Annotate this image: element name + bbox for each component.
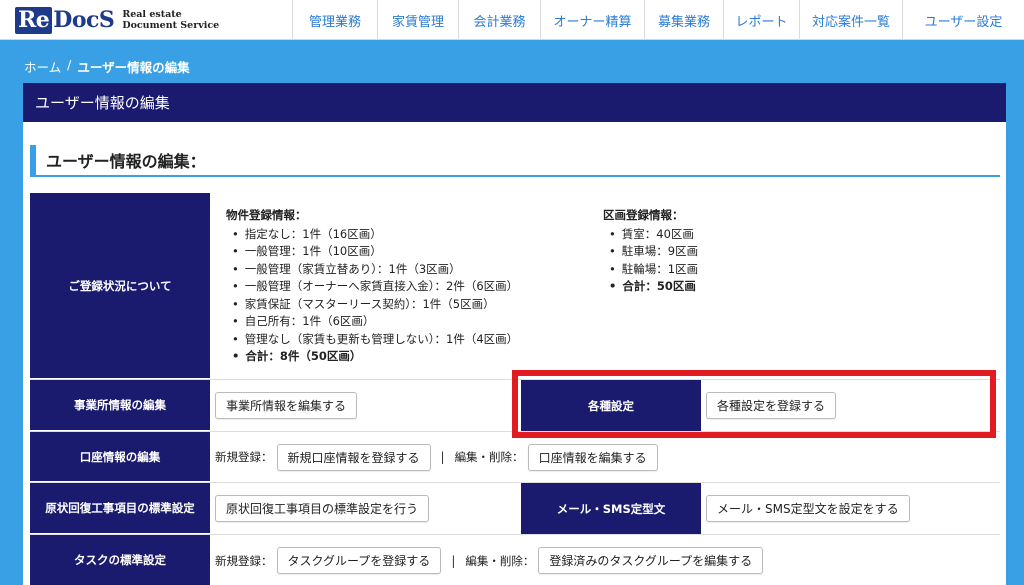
- property-info: 物件登録情報： 指定なし：1件（16区画） 一般管理：1件（10区画） 一般管理…: [226, 207, 603, 379]
- property-item: 一般管理（オーナーへ家賃直接入金）：2件（6区画）: [232, 278, 603, 296]
- new-account-button[interactable]: 新規口座情報を登録する: [276, 443, 431, 471]
- unit-item: 駐車場：9区画: [609, 243, 698, 261]
- section-title: ユーザー情報の編集：: [30, 145, 1000, 177]
- restoration-cell: 原状回復工事項目の標準設定を行う: [210, 483, 521, 534]
- nav-user-settings[interactable]: ユーザー設定: [902, 0, 1024, 40]
- nav-rent[interactable]: 家賃管理: [377, 0, 458, 40]
- property-item: 一般管理：1件（10区画）: [232, 243, 603, 261]
- task-new-label: 新規登録：: [215, 553, 273, 568]
- breadcrumb-separator: /: [67, 57, 72, 72]
- row-account: 口座情報の編集 新規登録： 新規口座情報を登録する | 編集・削除： 口座情報を…: [30, 432, 1000, 483]
- settings-table: ご登録状況について 物件登録情報： 指定なし：1件（16区画） 一般管理：1件（…: [30, 193, 1000, 585]
- label-office: 事業所情報の編集: [30, 380, 210, 431]
- account-cell: 新規登録： 新規口座情報を登録する | 編集・削除： 口座情報を編集する: [210, 432, 1000, 482]
- task-separator: |: [451, 553, 456, 568]
- unit-info: 区画登録情報： 賃室：40区画 駐車場：9区画 駐輪場：1区画 合計：50区画: [603, 207, 698, 379]
- mail-cell: メール・SMS定型文を設定をする: [701, 483, 1000, 534]
- unit-list: 賃室：40区画 駐車場：9区画 駐輪場：1区画 合計：50区画: [603, 226, 698, 296]
- property-item: 管理なし（家賃も更新も管理しない）：1件（4区画）: [232, 331, 603, 349]
- restoration-mail-half: 原状回復工事項目の標準設定を行う メール・SMS定型文 メール・SMS定型文を設…: [210, 483, 1000, 534]
- edit-office-button[interactable]: 事業所情報を編集する: [215, 392, 358, 419]
- row-restoration: 原状回復工事項目の標準設定 原状回復工事項目の標準設定を行う メール・SMS定型…: [30, 483, 1000, 535]
- edit-task-group-button[interactable]: 登録済みのタスクグループを編集する: [538, 547, 764, 574]
- row-office: 事業所情報の編集 事業所情報を編集する 各種設定 各種設定を登録する: [30, 380, 1000, 432]
- main-nav: 管理業務 家賃管理 会計業務 オーナー精算 募集業務 レポート 対応案件一覧 ユ…: [292, 0, 1024, 40]
- account-edit-label: 編集・削除：: [454, 450, 524, 464]
- restoration-settings-button[interactable]: 原状回復工事項目の標準設定を行う: [215, 495, 430, 522]
- edit-account-button[interactable]: 口座情報を編集する: [527, 443, 658, 471]
- label-settings: 各種設定: [521, 380, 701, 431]
- breadcrumb-current: ユーザー情報の編集: [77, 60, 190, 75]
- registration-info: 物件登録情報： 指定なし：1件（16区画） 一般管理：1件（10区画） 一般管理…: [210, 193, 1000, 379]
- nav-report[interactable]: レポート: [723, 0, 799, 40]
- property-total: 合計：8件（50区画）: [232, 348, 603, 366]
- property-item: 一般管理（家賃立替あり）：1件（3区画）: [232, 261, 603, 279]
- office-settings-half: 事業所情報を編集する 各種設定 各種設定を登録する: [210, 380, 1000, 431]
- registration-columns: 物件登録情報： 指定なし：1件（16区画） 一般管理：1件（10区画） 一般管理…: [210, 193, 1000, 379]
- nav-owner-settlement[interactable]: オーナー精算: [540, 0, 644, 40]
- logo-tag-line1: Real estate: [122, 9, 182, 20]
- settings-cell: 各種設定を登録する: [701, 380, 1000, 431]
- nav-accounting[interactable]: 会計業務: [458, 0, 540, 40]
- property-item: 家賃保証（マスターリース契約）：1件（5区画）: [232, 296, 603, 314]
- label-task: タスクの標準設定: [30, 535, 210, 585]
- property-list: 指定なし：1件（16区画） 一般管理：1件（10区画） 一般管理（家賃立替あり）…: [226, 226, 603, 366]
- logo-mark: Re DocS: [15, 6, 115, 34]
- nav-cases[interactable]: 対応案件一覧: [799, 0, 902, 40]
- label-mail: メール・SMS定型文: [521, 483, 701, 534]
- unit-heading: 区画登録情報：: [603, 208, 684, 222]
- task-cell: 新規登録： タスクグループを登録する | 編集・削除： 登録済みのタスクグループ…: [210, 535, 1000, 585]
- office-cell: 事業所情報を編集する: [210, 380, 521, 431]
- property-heading: 物件登録情報：: [226, 208, 307, 222]
- breadcrumb: ホーム / ユーザー情報の編集: [24, 57, 190, 76]
- row-task: タスクの標準設定 新規登録： タスクグループを登録する | 編集・削除： 登録済…: [30, 535, 1000, 585]
- mail-template-button[interactable]: メール・SMS定型文を設定をする: [706, 495, 910, 522]
- register-settings-button[interactable]: 各種設定を登録する: [706, 392, 837, 419]
- nav-management[interactable]: 管理業務: [292, 0, 377, 40]
- account-new-label: 新規登録：: [215, 450, 273, 464]
- logo-tagline: Real estate Document Service: [122, 9, 219, 31]
- unit-item: 駐輪場：1区画: [609, 261, 698, 279]
- task-edit-label: 編集・削除：: [465, 553, 535, 568]
- logo-re: Re: [15, 6, 53, 34]
- account-separator: |: [440, 450, 445, 464]
- breadcrumb-home[interactable]: ホーム: [24, 57, 61, 76]
- row-registration: ご登録状況について 物件登録情報： 指定なし：1件（16区画） 一般管理：1件（…: [30, 193, 1000, 380]
- property-item: 自己所有：1件（6区画）: [232, 313, 603, 331]
- unit-total: 合計：50区画: [609, 278, 698, 296]
- nav-recruitment[interactable]: 募集業務: [644, 0, 723, 40]
- logo-docs: DocS: [53, 6, 115, 33]
- new-task-group-button[interactable]: タスクグループを登録する: [276, 547, 442, 574]
- main-panel: ユーザー情報の編集 ユーザー情報の編集： ご登録状況について 物件登録情報： 指…: [23, 83, 1006, 585]
- unit-item: 賃室：40区画: [609, 226, 698, 244]
- label-restoration: 原状回復工事項目の標準設定: [30, 483, 210, 534]
- logo-tag-line2: Document Service: [122, 20, 220, 31]
- panel-title: ユーザー情報の編集: [23, 83, 1006, 122]
- redocs-logo[interactable]: Re DocS Real estate Document Service: [0, 0, 292, 40]
- label-account: 口座情報の編集: [30, 432, 210, 482]
- property-item: 指定なし：1件（16区画）: [232, 226, 603, 244]
- label-registration: ご登録状況について: [30, 193, 210, 379]
- top-header: Re DocS Real estate Document Service 管理業…: [0, 0, 1024, 40]
